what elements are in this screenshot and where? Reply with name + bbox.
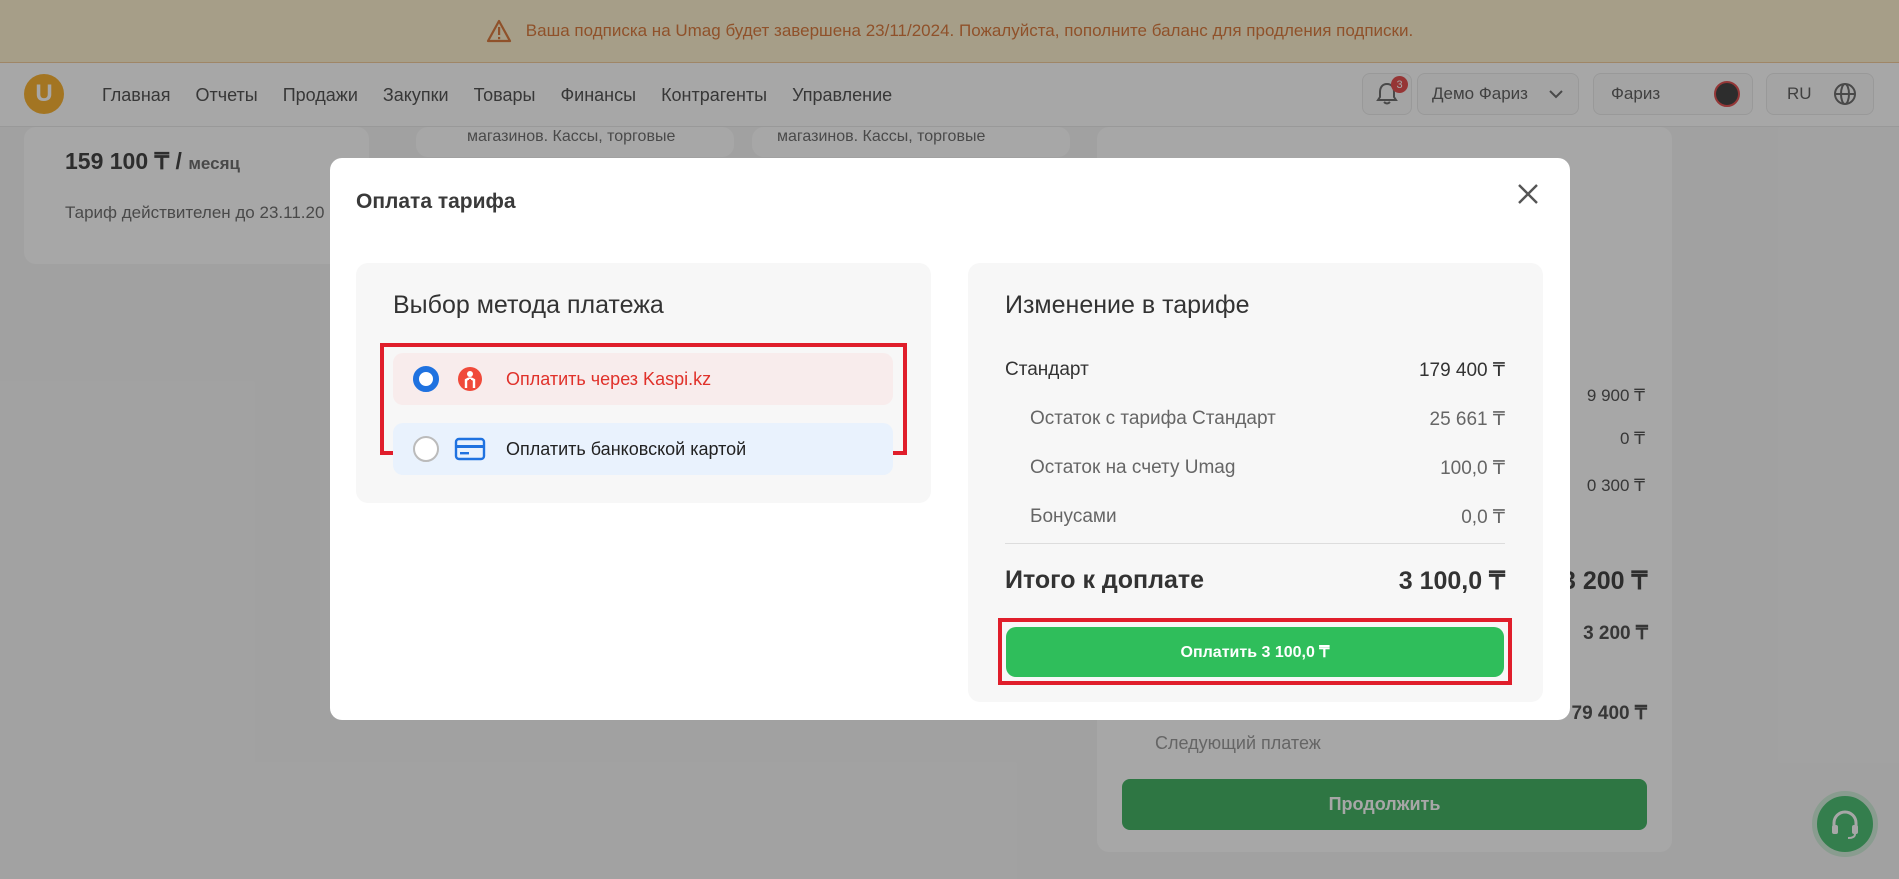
close-button[interactable] xyxy=(1512,178,1544,210)
payment-option-kaspi-label: Оплатить через Kaspi.kz xyxy=(506,368,712,389)
deduction-row: Остаток на счету Umag 100,0 ₸ xyxy=(1030,457,1505,480)
deduction-value: 0,0 ₸ xyxy=(1461,507,1505,528)
deduction-value: 25 661 ₸ xyxy=(1429,409,1505,430)
kaspi-icon xyxy=(453,364,487,394)
deduction-label: Остаток на счету Umag xyxy=(1030,457,1236,478)
credit-card-icon xyxy=(453,434,487,464)
payment-method-heading: Выбор метода платежа xyxy=(393,291,664,319)
tariff-change-heading: Изменение в тарифе xyxy=(1005,291,1250,319)
total-value: 3 100,0 ₸ xyxy=(1398,567,1505,595)
summary-divider xyxy=(1005,543,1505,544)
tariff-payment-modal: Оплата тарифа Выбор метода платежа Оплат… xyxy=(330,158,1570,720)
deduction-row: Бонусами 0,0 ₸ xyxy=(1030,506,1505,529)
tariff-change-panel: Изменение в тарифе Стандарт 179 400 ₸ Ос… xyxy=(968,263,1543,702)
modal-title: Оплата тарифа xyxy=(356,190,516,213)
deduction-label: Остаток с тарифа Стандарт xyxy=(1030,408,1276,429)
close-icon xyxy=(1518,184,1538,204)
deduction-row: Остаток с тарифа Стандарт 25 661 ₸ xyxy=(1030,408,1505,431)
radio-kaspi-selected[interactable] xyxy=(413,366,439,392)
plan-row: Стандарт 179 400 ₸ xyxy=(1005,359,1505,382)
pay-button[interactable]: Оплатить 3 100,0 ₸ xyxy=(1006,627,1504,677)
deduction-value: 100,0 ₸ xyxy=(1440,458,1505,479)
total-row: Итого к доплате 3 100,0 ₸ xyxy=(1005,566,1505,596)
payment-option-bank-card[interactable]: Оплатить банковской картой xyxy=(393,423,893,475)
plan-name: Стандарт xyxy=(1005,359,1089,380)
payment-option-bank-card-label: Оплатить банковской картой xyxy=(506,438,747,459)
radio-bank-card[interactable] xyxy=(413,436,439,462)
deduction-label: Бонусами xyxy=(1030,506,1117,527)
payment-option-kaspi[interactable]: Оплатить через Kaspi.kz xyxy=(393,353,893,405)
total-label: Итого к доплате xyxy=(1005,566,1205,594)
payment-method-panel: Выбор метода платежа Оплатить через Kasp… xyxy=(356,263,931,503)
plan-price: 179 400 ₸ xyxy=(1418,360,1505,381)
